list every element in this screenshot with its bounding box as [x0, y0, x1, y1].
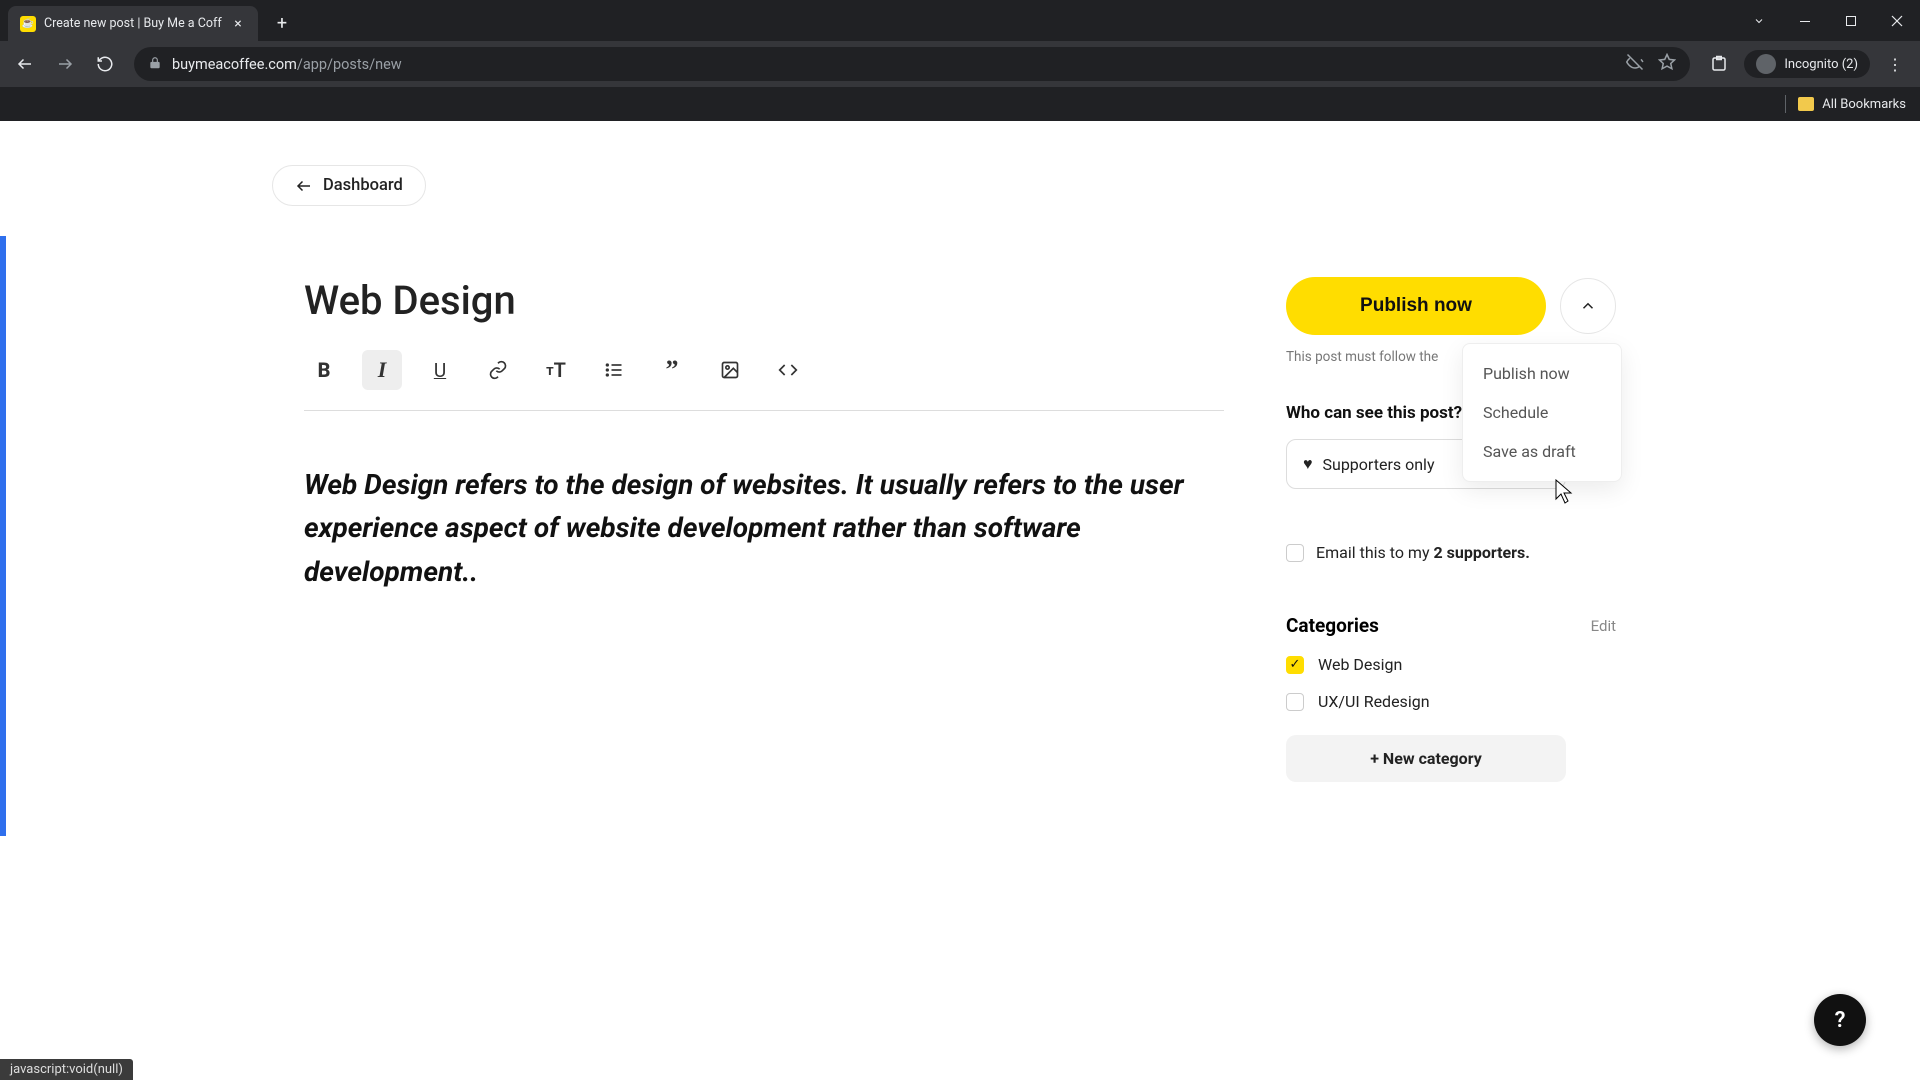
- bookmarks-bar: All Bookmarks: [0, 87, 1920, 121]
- all-bookmarks-label: All Bookmarks: [1822, 97, 1906, 112]
- nav-forward-icon[interactable]: [48, 47, 82, 81]
- extensions-icon[interactable]: [1702, 47, 1736, 81]
- category-label: UX/UI Redesign: [1318, 692, 1430, 711]
- underline-button[interactable]: U: [420, 350, 460, 390]
- post-title-input[interactable]: Web Design: [304, 277, 1224, 324]
- url-text: buymeacoffee.com/app/posts/new: [172, 56, 402, 73]
- eye-off-icon[interactable]: [1626, 53, 1644, 75]
- reload-icon[interactable]: [88, 47, 122, 81]
- bold-button[interactable]: B: [304, 350, 344, 390]
- code-button[interactable]: [768, 350, 808, 390]
- publish-menu: Publish now Schedule Save as draft: [1462, 343, 1622, 482]
- nav-back-icon[interactable]: [8, 47, 42, 81]
- email-supporters-label: Email this to my 2 supporters.: [1316, 543, 1530, 562]
- selection-accent: [0, 236, 6, 836]
- incognito-icon: [1756, 54, 1776, 74]
- image-button[interactable]: [710, 350, 750, 390]
- new-category-button[interactable]: + New category: [1286, 735, 1566, 782]
- all-bookmarks-button[interactable]: All Bookmarks: [1798, 97, 1906, 112]
- format-toolbar: B I U тT ”: [304, 350, 1224, 411]
- category-checkbox[interactable]: ✓: [1286, 656, 1304, 674]
- categories-edit-button[interactable]: Edit: [1591, 617, 1616, 635]
- favicon-icon: ☕: [20, 16, 36, 32]
- categories-heading: Categories: [1286, 614, 1379, 637]
- email-supporters-checkbox[interactable]: [1286, 544, 1304, 562]
- post-body-editor[interactable]: Web Design refers to the design of websi…: [304, 463, 1224, 593]
- window-controls: [1736, 4, 1920, 38]
- menu-save-draft[interactable]: Save as draft: [1467, 432, 1617, 471]
- back-to-dashboard-label: Dashboard: [323, 176, 403, 195]
- status-bar: javascript:void(null): [0, 1059, 133, 1080]
- help-fab-button[interactable]: ?: [1814, 994, 1866, 1046]
- quote-button[interactable]: ”: [652, 350, 692, 390]
- audience-selected-label: Supporters only: [1323, 455, 1435, 474]
- back-to-dashboard-button[interactable]: Dashboard: [272, 165, 426, 206]
- kebab-menu-icon[interactable]: ⋮: [1878, 47, 1912, 81]
- category-item[interactable]: ✓ Web Design: [1286, 655, 1616, 674]
- list-button[interactable]: [594, 350, 634, 390]
- new-tab-button[interactable]: +: [268, 10, 296, 38]
- tab-title: Create new post | Buy Me a Coff: [44, 16, 222, 31]
- category-label: Web Design: [1318, 655, 1402, 674]
- link-button[interactable]: [478, 350, 518, 390]
- incognito-label: Incognito (2): [1784, 57, 1858, 72]
- category-checkbox[interactable]: [1286, 693, 1304, 711]
- heart-icon: ♥: [1303, 454, 1313, 474]
- folder-icon: [1798, 97, 1814, 111]
- category-item[interactable]: UX/UI Redesign: [1286, 692, 1616, 711]
- arrow-left-icon: [295, 177, 313, 195]
- star-icon[interactable]: [1658, 53, 1676, 75]
- minimize-icon[interactable]: [1782, 4, 1828, 38]
- publish-button[interactable]: Publish now: [1286, 277, 1546, 335]
- maximize-icon[interactable]: [1828, 4, 1874, 38]
- menu-schedule[interactable]: Schedule: [1467, 393, 1617, 432]
- close-window-icon[interactable]: [1874, 4, 1920, 38]
- text-size-button[interactable]: тT: [536, 350, 576, 390]
- italic-button[interactable]: I: [362, 350, 402, 390]
- address-bar[interactable]: buymeacoffee.com/app/posts/new: [134, 47, 1690, 81]
- chevron-up-icon: [1579, 297, 1597, 315]
- lock-icon: [148, 55, 162, 74]
- close-tab-icon[interactable]: ×: [230, 16, 246, 32]
- menu-publish-now[interactable]: Publish now: [1467, 354, 1617, 393]
- publish-options-toggle[interactable]: [1560, 278, 1616, 334]
- tab-strip: ☕ Create new post | Buy Me a Coff × +: [0, 0, 1920, 41]
- browser-toolbar: buymeacoffee.com/app/posts/new Incognito…: [0, 41, 1920, 87]
- incognito-chip[interactable]: Incognito (2): [1744, 50, 1870, 78]
- browser-tab[interactable]: ☕ Create new post | Buy Me a Coff ×: [8, 6, 258, 41]
- chevron-down-icon[interactable]: [1736, 4, 1782, 38]
